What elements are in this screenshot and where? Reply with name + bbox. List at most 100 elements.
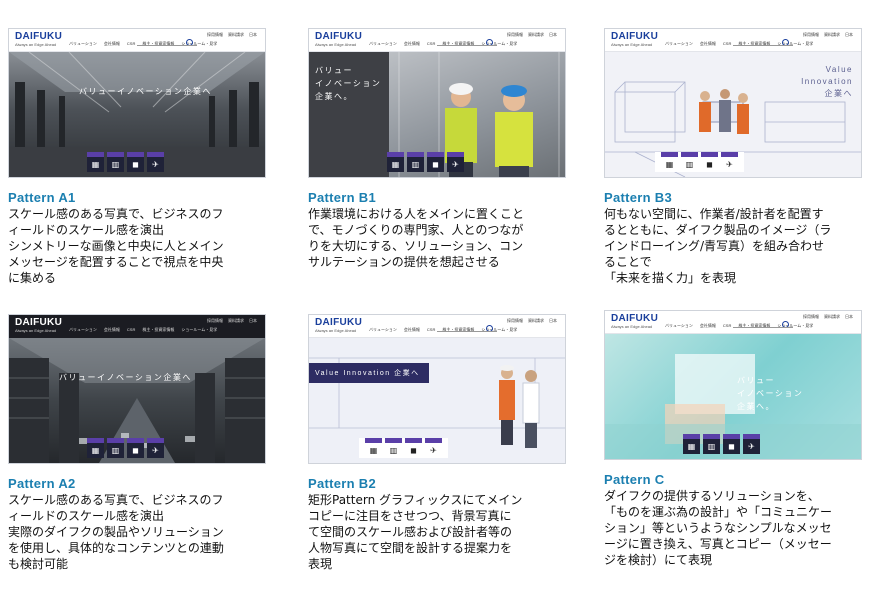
pattern-card: DAIFUKU Always an Edge Ahead バリューション 会社情… xyxy=(308,28,568,270)
hero-image: バリューイノベーション企業へ ▦ ▥ ◼ ✈ xyxy=(9,338,265,463)
util-item: 採用情報 xyxy=(507,318,523,323)
factory-icon: ▦ xyxy=(91,446,100,455)
icon-tile: ✈ xyxy=(721,152,738,172)
car-icon: ▥ xyxy=(411,160,420,169)
nav-item: CSR xyxy=(126,327,136,332)
tagline: Always an Edge Ahead xyxy=(15,328,57,333)
icon-tile: ▥ xyxy=(385,438,402,458)
pattern-card: DAIFUKU Always an Edge Ahead バリューション 会社情… xyxy=(8,28,268,286)
util-item: 資料請求 xyxy=(528,32,544,37)
airplane-icon: ✈ xyxy=(152,446,159,455)
pattern-description: 矩形Pattern グラフィックスにてメイン コピーに注目をさせつつ、背景写真に… xyxy=(308,493,523,571)
logo: DAIFUKU xyxy=(315,317,363,328)
nav-item: ショールーム・見学 xyxy=(181,327,218,332)
icon-tile: ◼ xyxy=(405,438,422,458)
nav-item: CSR xyxy=(426,41,436,46)
airplane-icon: ✈ xyxy=(726,160,733,169)
tagline: Always an Edge Ahead xyxy=(611,324,653,329)
pattern-description: ダイフクの提供するソリューションを、 「ものを運ぶ為の設計」や「コミュニケー シ… xyxy=(604,489,833,567)
hero-copy: Value Innovation 企業へ xyxy=(315,370,420,377)
hero-copy: バリューイノベーション企業へ xyxy=(59,373,192,382)
pattern-title: Pattern B3 xyxy=(604,190,673,205)
pattern-description: スケール感のある写真で、ビジネスのフ ィールドのスケール感を演出 シンメトリーな… xyxy=(8,207,224,285)
site-header: DAIFUKU Always an Edge Ahead バリューション 会社情… xyxy=(309,29,565,52)
chip-icon: ◼ xyxy=(432,160,439,169)
hero-image: バリュー イノベーション 企業へ。 ▦ ▥ ◼ ✈ xyxy=(309,52,565,177)
nav-item: 会社情報 xyxy=(403,327,420,332)
tagline: Always an Edge Ahead xyxy=(315,328,357,333)
icon-tile: ✈ xyxy=(447,152,464,172)
util-item: 日本 xyxy=(549,32,557,37)
nav-item: バリューション xyxy=(369,41,397,46)
icon-tile: ▦ xyxy=(87,438,104,458)
icon-tile: ▦ xyxy=(365,438,382,458)
pattern-card: DAIFUKU Always an Edge Ahead バリューション 会社情… xyxy=(308,314,568,572)
icon-tile: ▦ xyxy=(387,152,404,172)
mockup-screenshot: DAIFUKU Always an Edge Ahead バリューション 会社情… xyxy=(308,314,566,464)
hero-image: Value Innovation 企業へ ▦ ▥ ◼ ✈ xyxy=(309,338,565,463)
util-item: 採用情報 xyxy=(803,314,819,319)
mockup-screenshot: DAIFUKU Always an Edge Ahead バリューション 会社情… xyxy=(8,28,266,178)
hero-copy: Value Innovation 企業へ xyxy=(801,65,853,98)
icon-tile: ▥ xyxy=(107,152,124,172)
site-header: DAIFUKU Always an Edge Ahead バリューション 会社情… xyxy=(605,311,861,334)
nav-item: バリューション xyxy=(369,327,397,332)
tagline: Always an Edge Ahead xyxy=(315,42,357,47)
nav-item: 会社情報 xyxy=(699,323,716,328)
airplane-icon: ✈ xyxy=(430,446,437,455)
pattern-title: Pattern C xyxy=(604,472,665,487)
car-icon: ▥ xyxy=(111,160,120,169)
nav-item: バリューション xyxy=(69,327,97,332)
nav-item: CSR xyxy=(426,327,436,332)
logo: DAIFUKU xyxy=(611,31,659,42)
site-nav: バリューション 会社情報 CSR 株主・投資家情報 ショールーム・見学 xyxy=(369,327,517,333)
pattern-title: Pattern B2 xyxy=(308,476,377,491)
icon-tile: ◼ xyxy=(127,438,144,458)
util-item: 資料請求 xyxy=(228,318,244,323)
chip-icon: ◼ xyxy=(410,446,417,455)
pattern-card: DAIFUKU Always an Edge Ahead バリューション 会社情… xyxy=(8,314,268,572)
tagline: Always an Edge Ahead xyxy=(15,42,57,47)
logo: DAIFUKU xyxy=(611,313,659,324)
nav-item: 株主・投資家情報 xyxy=(142,41,175,46)
mockup-screenshot: DAIFUKU Always an Edge Ahead バリューション 会社情… xyxy=(604,28,862,178)
utility-nav: 採用情報 資料請求 日本 xyxy=(803,314,853,320)
util-item: 採用情報 xyxy=(507,32,523,37)
icon-tile: ▥ xyxy=(407,152,424,172)
icon-tile: ◼ xyxy=(427,152,444,172)
nav-item: 会社情報 xyxy=(103,327,120,332)
nav-item: CSR xyxy=(722,323,732,328)
factory-icon: ▦ xyxy=(391,160,400,169)
logo: DAIFUKU xyxy=(15,317,63,328)
pattern-title: Pattern A1 xyxy=(8,190,76,205)
icon-tile: ✈ xyxy=(425,438,442,458)
icon-tile: ▥ xyxy=(107,438,124,458)
utility-nav: 採用情報 資料請求 日本 xyxy=(803,32,853,38)
util-item: 資料請求 xyxy=(824,32,840,37)
nav-item: CSR xyxy=(722,41,732,46)
site-nav: バリューション 会社情報 CSR 株主・投資家情報 ショールーム・見学 xyxy=(69,327,217,333)
logo: DAIFUKU xyxy=(315,31,363,42)
hero-image: バリューイノベーション企業へ ▦ ▥ ◼ ✈ xyxy=(9,52,265,177)
solution-icons: ▦ ▥ ◼ ✈ xyxy=(655,152,744,172)
search-underline xyxy=(437,331,497,332)
hero-copy: バリュー イノベーション 企業へ。 xyxy=(315,66,382,101)
car-icon: ▥ xyxy=(389,446,398,455)
car-icon: ▥ xyxy=(685,160,694,169)
logo: DAIFUKU xyxy=(15,31,63,42)
nav-item: 株主・投資家情報 xyxy=(142,327,175,332)
site-nav: バリューション 会社情報 CSR 株主・投資家情報 ショールーム・見学 xyxy=(69,41,217,47)
utility-nav: 採用情報 資料請求 日本 xyxy=(207,318,257,324)
utility-nav: 採用情報 資料請求 日本 xyxy=(207,32,257,38)
search-underline xyxy=(437,45,497,46)
util-item: 日本 xyxy=(249,32,257,37)
nav-item: バリューション xyxy=(665,41,693,46)
util-item: 資料請求 xyxy=(528,318,544,323)
pattern-title: Pattern A2 xyxy=(8,476,76,491)
solution-icons: ▦ ▥ ◼ ✈ xyxy=(359,438,448,458)
util-item: 資料請求 xyxy=(824,314,840,319)
mockup-screenshot: DAIFUKU Always an Edge Ahead バリューション 会社情… xyxy=(308,28,566,178)
site-nav: バリューション 会社情報 CSR 株主・投資家情報 ショールーム・見学 xyxy=(369,41,517,47)
chip-icon: ◼ xyxy=(728,442,735,451)
site-nav: バリューション 会社情報 CSR 株主・投資家情報 ショールーム・見学 xyxy=(665,41,813,47)
